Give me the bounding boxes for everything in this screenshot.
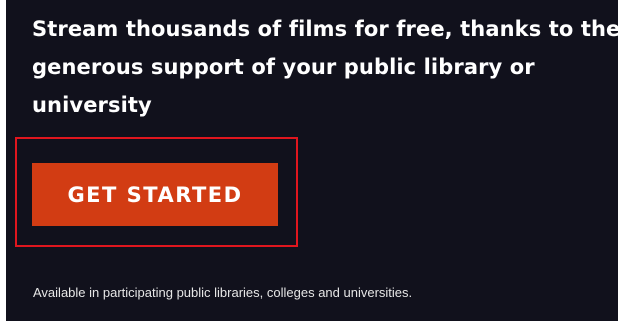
- hero-section: Stream thousands of films for free, than…: [6, 0, 618, 321]
- get-started-button[interactable]: GET STARTED: [32, 163, 278, 226]
- availability-note: Available in participating public librar…: [33, 285, 413, 300]
- hero-headline: Stream thousands of films for free, than…: [32, 17, 618, 117]
